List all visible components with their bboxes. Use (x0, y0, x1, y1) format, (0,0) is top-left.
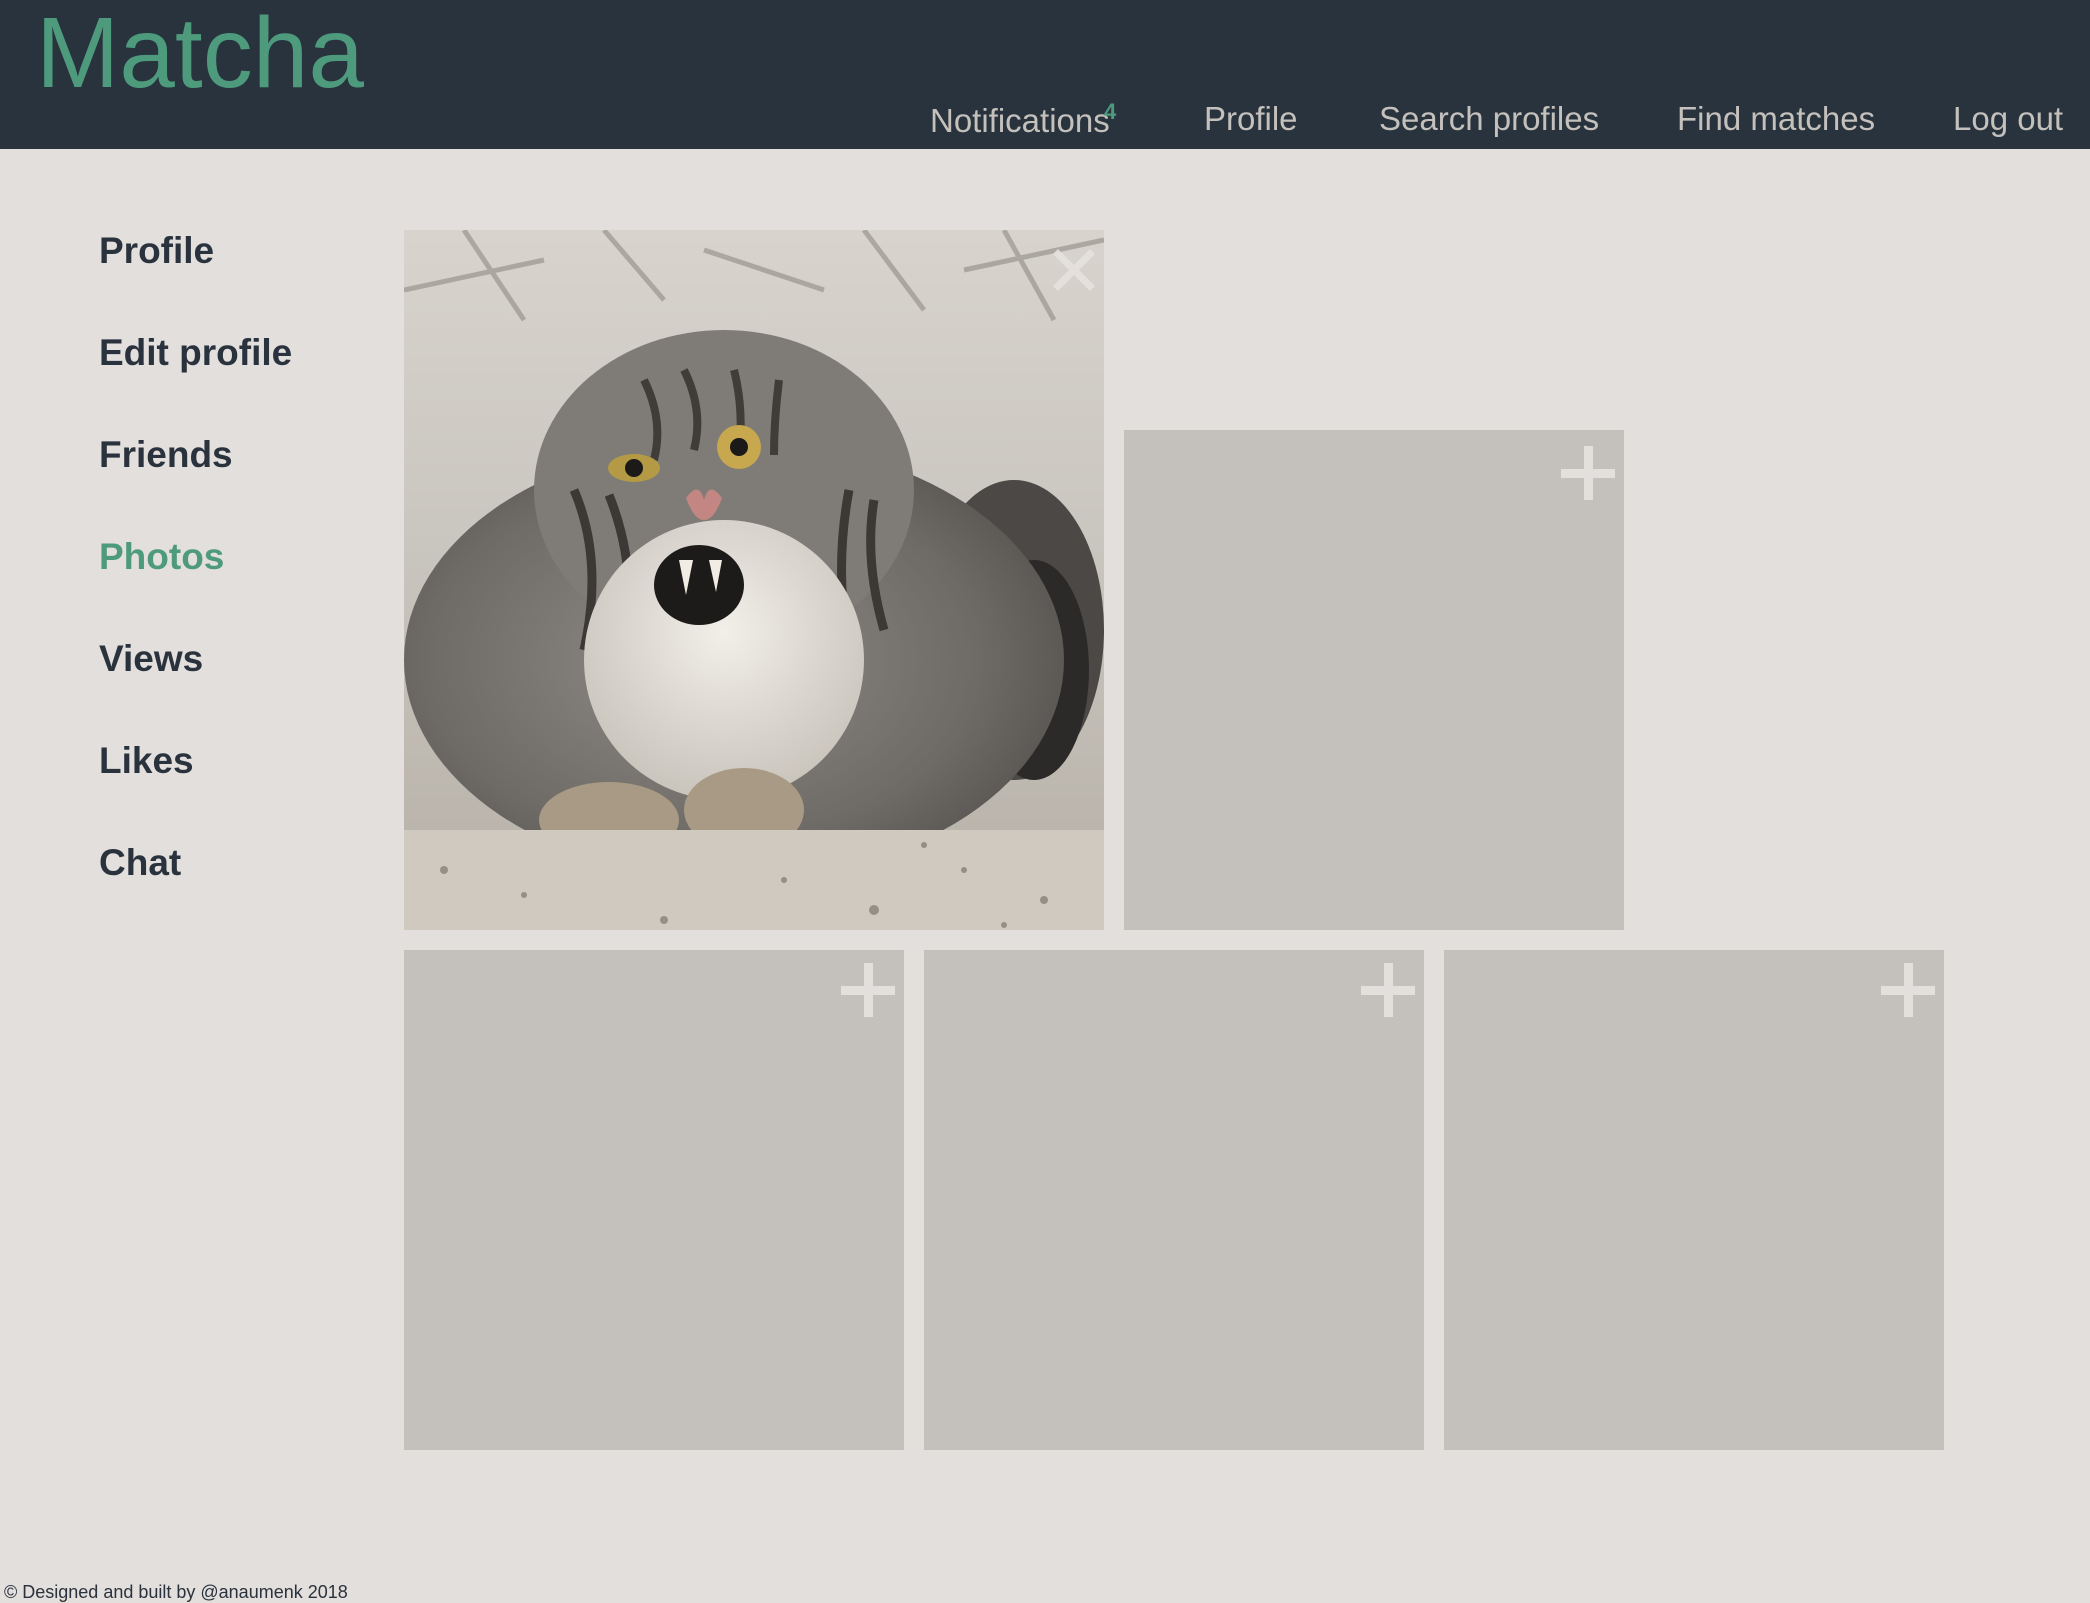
plus-icon (1361, 963, 1415, 1017)
photo-slot-empty[interactable] (404, 950, 904, 1450)
sidebar-item-photos[interactable]: Photos (99, 536, 224, 578)
nav-notifications-label: Notifications (930, 102, 1110, 139)
sidebar-item-edit-profile[interactable]: Edit profile (99, 332, 292, 374)
sidebar-item-likes[interactable]: Likes (99, 740, 194, 782)
nav-profile[interactable]: Profile (1204, 100, 1298, 138)
nav-notifications[interactable]: Notifications (930, 102, 1110, 140)
profile-photo[interactable] (404, 230, 1104, 930)
plus-icon (1881, 963, 1935, 1017)
sidebar-item-profile[interactable]: Profile (99, 230, 214, 272)
nav-search-profiles[interactable]: Search profiles (1379, 100, 1599, 138)
sidebar-item-views[interactable]: Views (99, 638, 203, 680)
app-logo[interactable]: Matcha (36, 0, 364, 108)
top-navbar: Matcha Notifications 4 Profile Search pr… (0, 0, 2090, 149)
plus-icon (841, 963, 895, 1017)
photo-slot-empty[interactable] (924, 950, 1424, 1450)
photo-slot-empty[interactable] (1444, 950, 1944, 1450)
plus-icon (1561, 446, 1615, 500)
notifications-count-badge: 4 (1104, 99, 1117, 124)
photo-slot-empty[interactable] (1124, 430, 1624, 930)
cat-photo-image (404, 230, 1104, 930)
sidebar-item-chat[interactable]: Chat (99, 842, 181, 884)
sidebar-item-friends[interactable]: Friends (99, 434, 233, 476)
nav-log-out[interactable]: Log out (1953, 100, 2063, 138)
footer-credit: © Designed and built by @anaumenk 2018 (4, 1582, 348, 1602)
nav-find-matches[interactable]: Find matches (1677, 100, 1875, 138)
close-icon (1053, 249, 1095, 291)
remove-photo-button[interactable] (1052, 248, 1096, 292)
